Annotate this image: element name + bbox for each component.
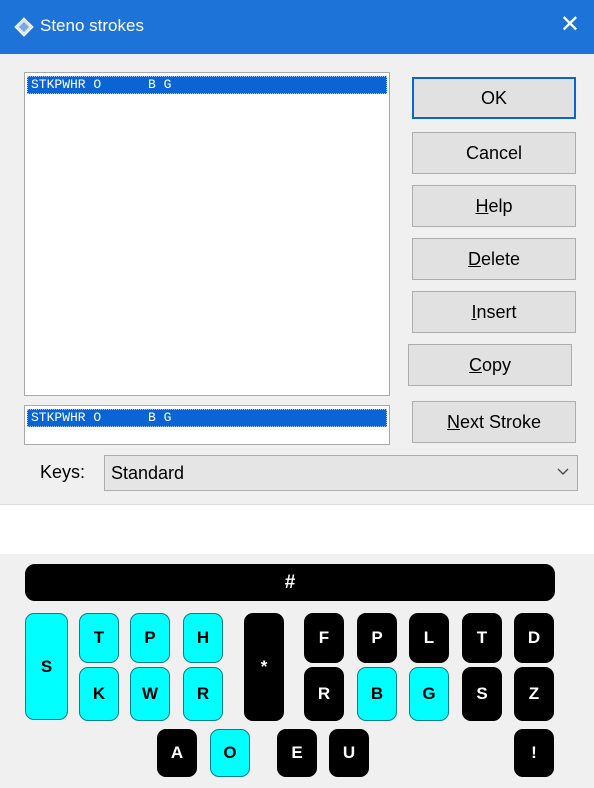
steno-key-u-vowel[interactable]: U xyxy=(329,729,369,777)
chevron-down-icon[interactable] xyxy=(557,463,569,479)
steno-key-o-vowel[interactable]: O xyxy=(210,729,250,777)
steno-keyboard: # S T P H K W R * F P L T D R B G S Z A O E U! xyxy=(0,554,594,788)
steno-key-e-vowel[interactable]: E xyxy=(277,729,317,777)
keys-dropdown[interactable]: Standard xyxy=(104,455,578,491)
next-stroke-button[interactable]: Next Stroke xyxy=(412,401,576,443)
steno-key-s-right[interactable]: S xyxy=(462,667,502,721)
close-icon[interactable]: ✕ xyxy=(560,12,580,38)
help-label: elp xyxy=(488,196,513,216)
app-icon xyxy=(14,17,34,37)
next-stroke-label: ext Stroke xyxy=(459,412,542,432)
steno-key-s-left[interactable]: S xyxy=(25,613,68,720)
steno-key-b-right[interactable]: B xyxy=(357,667,397,721)
copy-label: opy xyxy=(481,355,512,375)
next-stroke-accelerator: N xyxy=(446,412,460,432)
copy-button[interactable]: Copy xyxy=(408,344,572,386)
strokes-list[interactable]: STKPWHR O B G xyxy=(24,72,390,396)
steno-key-t-left[interactable]: T xyxy=(79,613,119,663)
steno-key-asterisk[interactable]: * xyxy=(244,613,284,721)
title-bar: Steno strokes ✕ xyxy=(0,0,594,54)
steno-key-d-right[interactable]: D xyxy=(514,613,554,663)
ok-button[interactable]: OK xyxy=(412,77,576,119)
window-title: Steno strokes xyxy=(40,16,144,35)
steno-key-k-left[interactable]: K xyxy=(79,667,119,721)
steno-key-t-right[interactable]: T xyxy=(462,613,502,663)
list-item[interactable]: STKPWHR O B G xyxy=(27,76,387,94)
steno-key-exclaim[interactable]: ! xyxy=(514,729,554,777)
cancel-button[interactable]: Cancel xyxy=(412,132,576,174)
help-button[interactable]: Help xyxy=(412,185,576,227)
steno-key-h-left[interactable]: H xyxy=(183,613,223,663)
steno-key-r-right[interactable]: R xyxy=(304,667,344,721)
insert-button[interactable]: Insert xyxy=(412,291,576,333)
stroke-entry-field[interactable]: STKPWHR O B G xyxy=(24,405,390,445)
delete-label: elete xyxy=(480,249,521,269)
steno-key-z-right[interactable]: Z xyxy=(514,667,554,721)
steno-key-p-right[interactable]: P xyxy=(357,613,397,663)
steno-key-w-left[interactable]: W xyxy=(130,667,170,721)
insert-label: nsert xyxy=(476,302,517,322)
steno-key-g-right[interactable]: G xyxy=(409,667,449,721)
stroke-entry-value: STKPWHR O B G xyxy=(27,409,387,427)
help-accelerator: H xyxy=(475,196,489,216)
steno-key-r-left[interactable]: R xyxy=(183,667,223,721)
delete-accelerator: D xyxy=(467,249,481,269)
copy-accelerator: C xyxy=(468,355,482,375)
number-bar-key[interactable]: # xyxy=(25,564,555,601)
delete-button[interactable]: Delete xyxy=(412,238,576,280)
steno-key-f-right[interactable]: F xyxy=(304,613,344,663)
steno-key-l-right[interactable]: L xyxy=(409,613,449,663)
keys-label: Keys: xyxy=(40,462,86,482)
steno-key-a-vowel[interactable]: A xyxy=(157,729,197,777)
keys-dropdown-value: Standard xyxy=(111,463,185,483)
steno-key-p-left[interactable]: P xyxy=(130,613,170,663)
